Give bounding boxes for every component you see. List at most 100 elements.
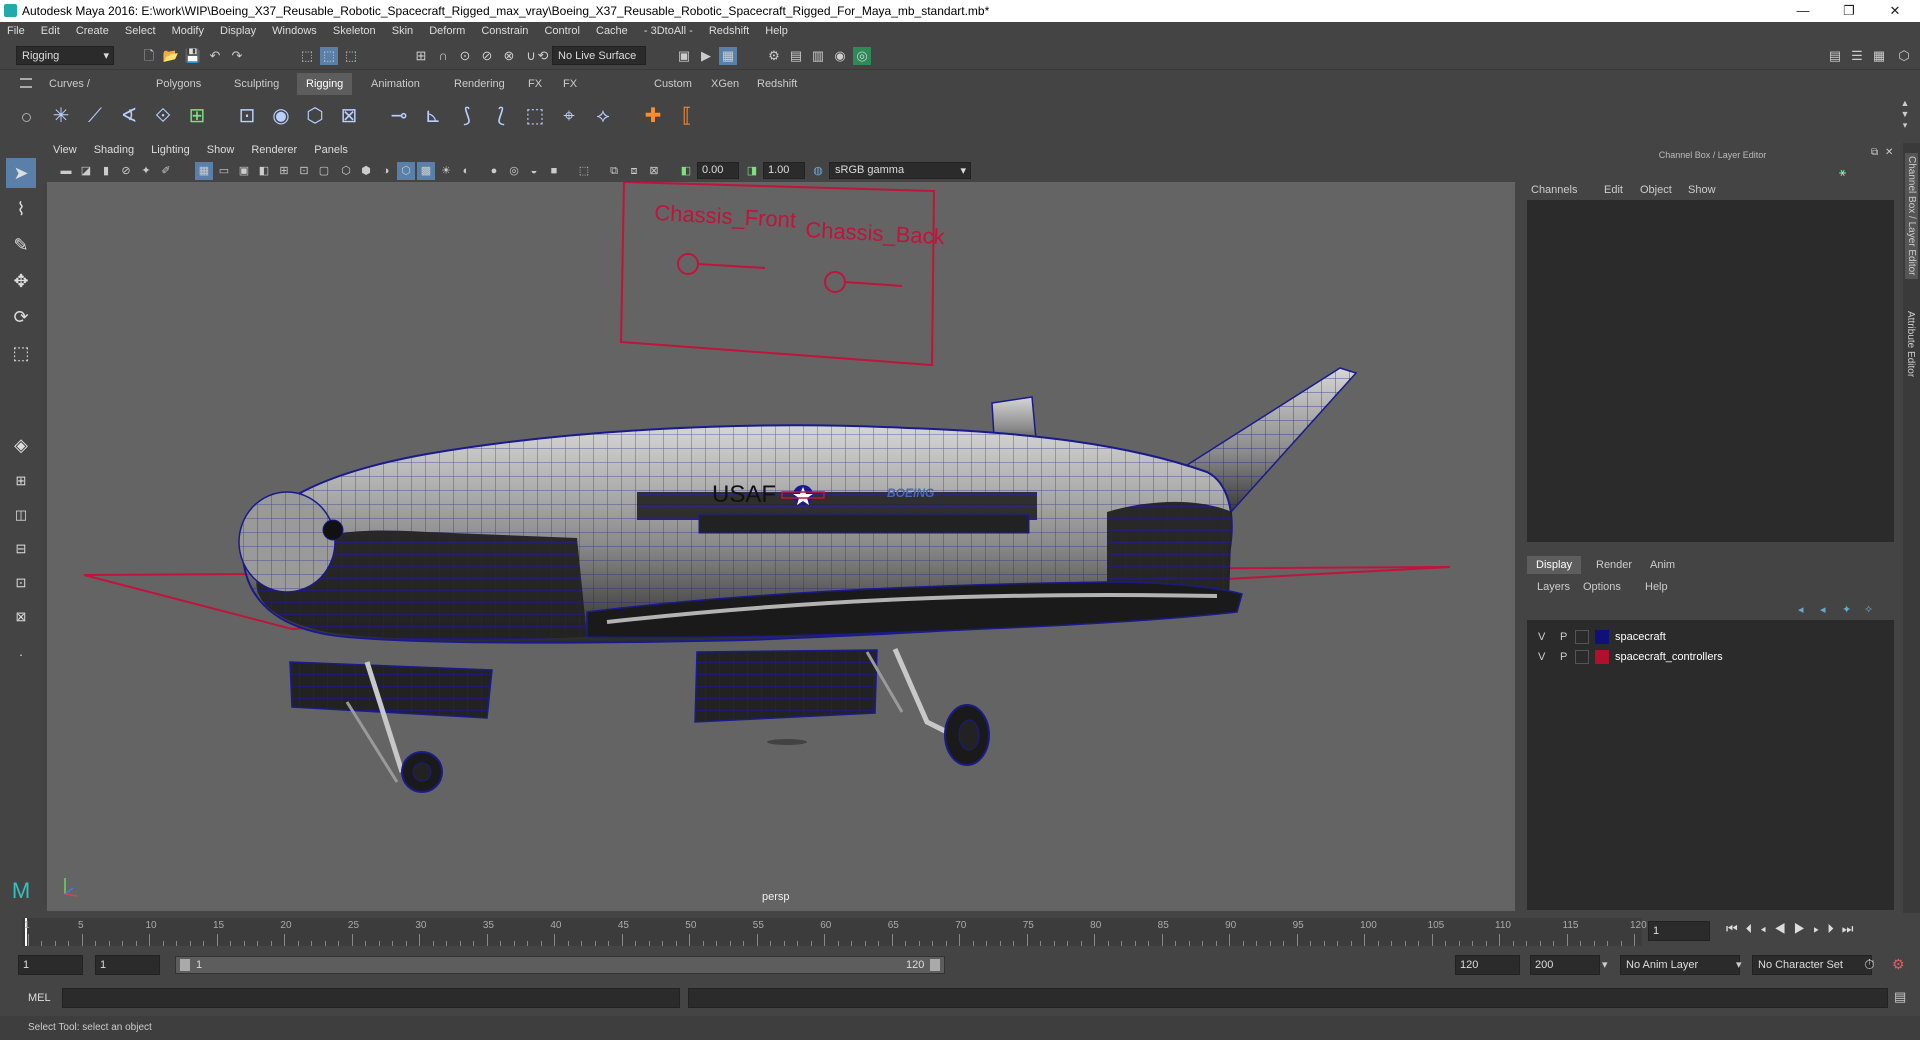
vp-menu-lighting[interactable]: Lighting bbox=[143, 143, 196, 156]
select-component-icon[interactable]: ⬚ bbox=[342, 47, 360, 65]
scale-constraint-icon[interactable]: ⟅ bbox=[486, 100, 516, 132]
aim-constraint-icon[interactable]: ⊾ bbox=[418, 100, 448, 132]
ipr-render-icon[interactable]: ▦ bbox=[719, 47, 737, 65]
layer-menu-layers[interactable]: Layers bbox=[1537, 581, 1570, 593]
film-gate-icon[interactable]: ▭ bbox=[215, 162, 233, 180]
float-panel-icon[interactable]: ⧉ bbox=[1871, 147, 1878, 158]
grease-pencil-icon[interactable]: ✐ bbox=[157, 162, 175, 180]
two-d-pan-icon[interactable]: ✦ bbox=[137, 162, 155, 180]
snap-point-icon[interactable]: ⊙ bbox=[456, 47, 474, 65]
menu-cache[interactable]: Cache bbox=[589, 22, 634, 37]
menu-constrain[interactable]: Constrain bbox=[474, 22, 534, 37]
current-frame-field[interactable]: 1 bbox=[1648, 921, 1710, 941]
shelf-scroll-icon[interactable]: ▲ ▼ ▾ bbox=[1898, 98, 1912, 134]
menu-skin[interactable]: Skin bbox=[385, 22, 419, 37]
redo-icon[interactable]: ↷ bbox=[228, 47, 246, 65]
render-settings-icon[interactable]: ⚙ bbox=[765, 47, 783, 65]
lattice-icon[interactable]: ⬡ bbox=[300, 100, 330, 132]
layer-menu-options[interactable]: Options bbox=[1583, 581, 1621, 593]
workspace-toolsettings-icon[interactable]: ⬡ bbox=[1895, 47, 1913, 65]
rotate-tool-icon[interactable]: ⟳ bbox=[6, 302, 36, 332]
scale-tool-icon[interactable]: ⬚ bbox=[6, 338, 36, 368]
shadows-icon[interactable]: ◐ bbox=[457, 162, 475, 180]
spacecraft-model[interactable]: USAF BOEING bbox=[238, 367, 1358, 793]
motion-blur-icon[interactable]: ◎ bbox=[505, 162, 523, 180]
step-back-icon[interactable]: ⏴ bbox=[1746, 921, 1761, 936]
geometry-constraint-icon[interactable]: ⟡ bbox=[588, 100, 618, 132]
chevron-down-icon[interactable]: ▾ bbox=[1736, 958, 1742, 971]
gamma-field[interactable]: 1.00 bbox=[763, 162, 805, 179]
joint-tool-icon[interactable]: ✳ bbox=[46, 100, 76, 132]
textured-icon[interactable]: ▩ bbox=[417, 162, 435, 180]
paint-weights-icon[interactable]: ⊡ bbox=[232, 100, 262, 132]
side-tab-channelbox[interactable]: Channel Box / Layer Editor bbox=[1905, 153, 1918, 279]
vp-menu-panels[interactable]: Panels bbox=[306, 143, 354, 156]
go-to-start-icon[interactable]: ⏮ bbox=[1726, 921, 1746, 936]
chassis-controller-board[interactable]: Chassis_Front Chassis_Back bbox=[619, 182, 946, 367]
redshift-ipr-icon[interactable]: ◉ bbox=[831, 47, 849, 65]
layer-tab-display[interactable]: Display bbox=[1527, 556, 1582, 574]
layer-playback-toggle[interactable]: P bbox=[1560, 631, 1567, 643]
redshift-render-icon[interactable]: ◎ bbox=[853, 47, 871, 65]
ik-spline-icon[interactable]: ∢ bbox=[114, 100, 144, 132]
bookmark-icon[interactable]: ▮ bbox=[97, 162, 115, 180]
step-forward-key-icon[interactable]: ▸ bbox=[1813, 921, 1827, 936]
cb-menu-show[interactable]: Show bbox=[1688, 184, 1716, 196]
workspace-modeling-icon[interactable]: ▤ bbox=[1826, 47, 1844, 65]
persp-graph-icon[interactable]: ⊡ bbox=[6, 568, 36, 598]
new-empty-layer-icon[interactable]: ✦ bbox=[1842, 603, 1851, 616]
snap-grid-icon[interactable]: ⊞ bbox=[412, 47, 430, 65]
cb-menu-object[interactable]: Object bbox=[1640, 184, 1672, 196]
gamma-icon[interactable]: ◨ bbox=[743, 162, 761, 180]
snap-view-icon[interactable]: ⊘ bbox=[478, 47, 496, 65]
xray-components-icon[interactable]: ⊠ bbox=[645, 162, 663, 180]
layer-visibility-toggle[interactable]: V bbox=[1538, 651, 1545, 663]
new-scene-icon[interactable]: 🗋 bbox=[140, 47, 158, 65]
play-backwards-icon[interactable]: ◀ bbox=[1774, 921, 1794, 936]
persp-outliner-icon[interactable]: ⊟ bbox=[6, 534, 36, 564]
camera-attributes-icon[interactable]: ◪ bbox=[77, 162, 95, 180]
chevron-down-icon[interactable]: ▾ bbox=[1602, 958, 1608, 971]
safe-action-icon[interactable]: ⊡ bbox=[295, 162, 313, 180]
wrap-deformer-icon[interactable]: ⊠ bbox=[334, 100, 364, 132]
chassis-back-slider[interactable] bbox=[824, 271, 846, 293]
time-slider-track[interactable]: 1 5 10 15 20 25 30 35 40 45 50 55 60 65 70 75 80 85 90 95 10… bbox=[22, 918, 1647, 946]
select-camera-icon[interactable]: ▬ bbox=[57, 162, 75, 180]
persp-viewport[interactable]: Chassis_Front Chassis_Back USAF BOEING p… bbox=[47, 182, 1515, 911]
field-chart-icon[interactable]: ⊞ bbox=[275, 162, 293, 180]
paint-select-icon[interactable]: ✎ bbox=[6, 230, 36, 260]
vp-menu-show[interactable]: Show bbox=[199, 143, 241, 156]
safe-title-icon[interactable]: ▢ bbox=[315, 162, 333, 180]
bind-skin-icon[interactable]: ⊞ bbox=[182, 100, 212, 132]
menu-file[interactable]: File bbox=[0, 22, 31, 37]
shelf-tab-custom[interactable]: Custom bbox=[645, 73, 701, 95]
layer-row-spacecraft-controllers[interactable]: V P spacecraft_controllers bbox=[1527, 648, 1894, 668]
restore-button[interactable]: ❐ bbox=[1826, 0, 1872, 22]
live-surface-field[interactable]: No Live Surface bbox=[552, 46, 646, 65]
color-space-dropdown[interactable]: sRGB gamma ▾ bbox=[829, 162, 971, 179]
two-view-side-icon[interactable]: ◫ bbox=[6, 500, 36, 530]
vp-menu-renderer[interactable]: Renderer bbox=[243, 143, 303, 156]
layer-name[interactable]: spacecraft_controllers bbox=[1615, 651, 1723, 663]
cb-menu-edit[interactable]: Edit bbox=[1604, 184, 1623, 196]
xray-icon[interactable]: ⧉ bbox=[605, 162, 623, 180]
depth-of-field-icon[interactable]: ■ bbox=[545, 162, 563, 180]
step-back-key-icon[interactable]: ◂ bbox=[1760, 921, 1774, 936]
save-scene-icon[interactable]: 💾 bbox=[184, 47, 202, 65]
resolution-gate-icon[interactable]: ▣ bbox=[235, 162, 253, 180]
move-layer-up-icon[interactable]: ◂ bbox=[1798, 603, 1804, 616]
script-language-label[interactable]: MEL bbox=[28, 992, 51, 1004]
render-frame-icon[interactable]: ▶ bbox=[697, 47, 715, 65]
exposure-icon[interactable]: ◧ bbox=[677, 162, 695, 180]
play-forwards-icon[interactable]: ▶ bbox=[1794, 921, 1814, 936]
single-view-icon[interactable]: ◈ bbox=[6, 430, 36, 460]
layer-color-swatch[interactable] bbox=[1595, 630, 1609, 644]
layer-visibility-toggle[interactable]: V bbox=[1538, 631, 1545, 643]
menu-create[interactable]: Create bbox=[69, 22, 115, 37]
cluster-icon[interactable]: ◉ bbox=[266, 100, 296, 132]
script-editor-icon[interactable]: ▤ bbox=[1894, 989, 1906, 1005]
menu-deform[interactable]: Deform bbox=[422, 22, 471, 37]
snap-surface-icon[interactable]: ⊗ bbox=[500, 47, 518, 65]
shelf-tab-curves-surfaces[interactable]: Curves / Surfaces bbox=[40, 73, 101, 112]
range-slider[interactable]: 1 120 bbox=[175, 956, 945, 974]
